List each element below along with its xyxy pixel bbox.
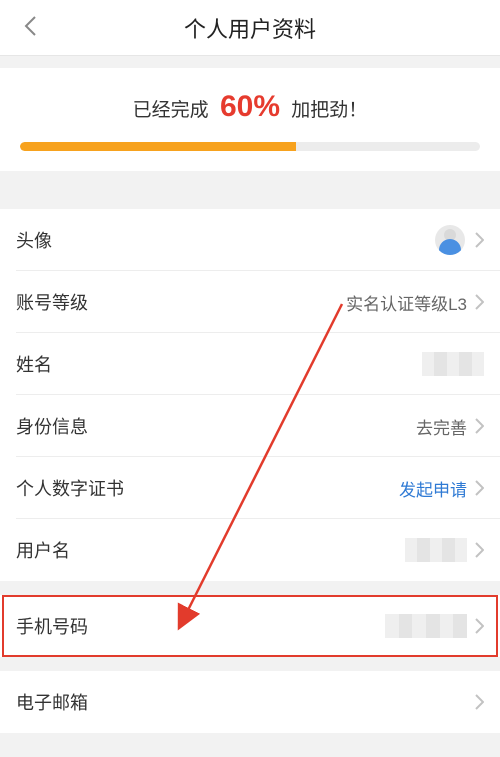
chevron-right-icon (475, 418, 484, 434)
row-value (385, 614, 484, 638)
chevron-right-icon (475, 480, 484, 496)
progress-percent: 60% (220, 90, 280, 123)
section-gap (0, 657, 500, 671)
row-value: 去完善 (416, 414, 484, 439)
row-account-level[interactable]: 账号等级 实名认证等级L3 (0, 271, 500, 333)
row-label: 用户名 (16, 537, 70, 563)
progress-section: 已经完成 60% 加把劲！ (0, 68, 500, 171)
back-button[interactable] (10, 0, 50, 56)
row-name[interactable]: 姓名 (0, 333, 500, 395)
header: 个人用户资料 (0, 0, 500, 56)
chevron-right-icon (475, 694, 484, 710)
progress-text: 已经完成 60% 加把劲！ (20, 90, 480, 124)
profile-list: 头像 账号等级 实名认证等级L3 姓名 身份信息 去完善 个人数字证书 发起申请 (0, 209, 500, 733)
progress-bar (20, 142, 480, 151)
row-value (435, 225, 484, 255)
row-label: 个人数字证书 (16, 475, 124, 501)
row-cert[interactable]: 个人数字证书 发起申请 (0, 457, 500, 519)
redacted-value (422, 352, 484, 376)
row-value (422, 352, 484, 376)
avatar-icon (435, 225, 465, 255)
page-title: 个人用户资料 (0, 12, 500, 44)
chevron-right-icon (475, 294, 484, 310)
row-avatar[interactable]: 头像 (0, 209, 500, 271)
redacted-value (385, 614, 467, 638)
row-label: 电子邮箱 (16, 689, 88, 715)
row-label: 账号等级 (16, 289, 88, 315)
chevron-left-icon (23, 15, 37, 42)
row-email[interactable]: 电子邮箱 (0, 671, 500, 733)
row-value: 实名认证等级L3 (346, 290, 484, 315)
redacted-value (405, 538, 467, 562)
chevron-right-icon (475, 618, 484, 634)
row-label: 身份信息 (16, 413, 88, 439)
chevron-right-icon (475, 232, 484, 248)
progress-fill (20, 142, 296, 151)
section-gap (0, 581, 500, 595)
row-label: 姓名 (16, 351, 52, 377)
row-value (405, 538, 484, 562)
chevron-right-icon (475, 542, 484, 558)
highlight-phone: 手机号码 (0, 595, 500, 657)
progress-suffix: 加把劲！ (291, 100, 367, 121)
row-value (467, 694, 484, 710)
row-label: 手机号码 (16, 613, 88, 639)
progress-prefix: 已经完成 (133, 100, 209, 121)
row-username[interactable]: 用户名 (0, 519, 500, 581)
row-label: 头像 (16, 227, 52, 253)
row-value: 发起申请 (399, 476, 484, 501)
row-phone[interactable]: 手机号码 (0, 595, 500, 657)
row-identity[interactable]: 身份信息 去完善 (0, 395, 500, 457)
